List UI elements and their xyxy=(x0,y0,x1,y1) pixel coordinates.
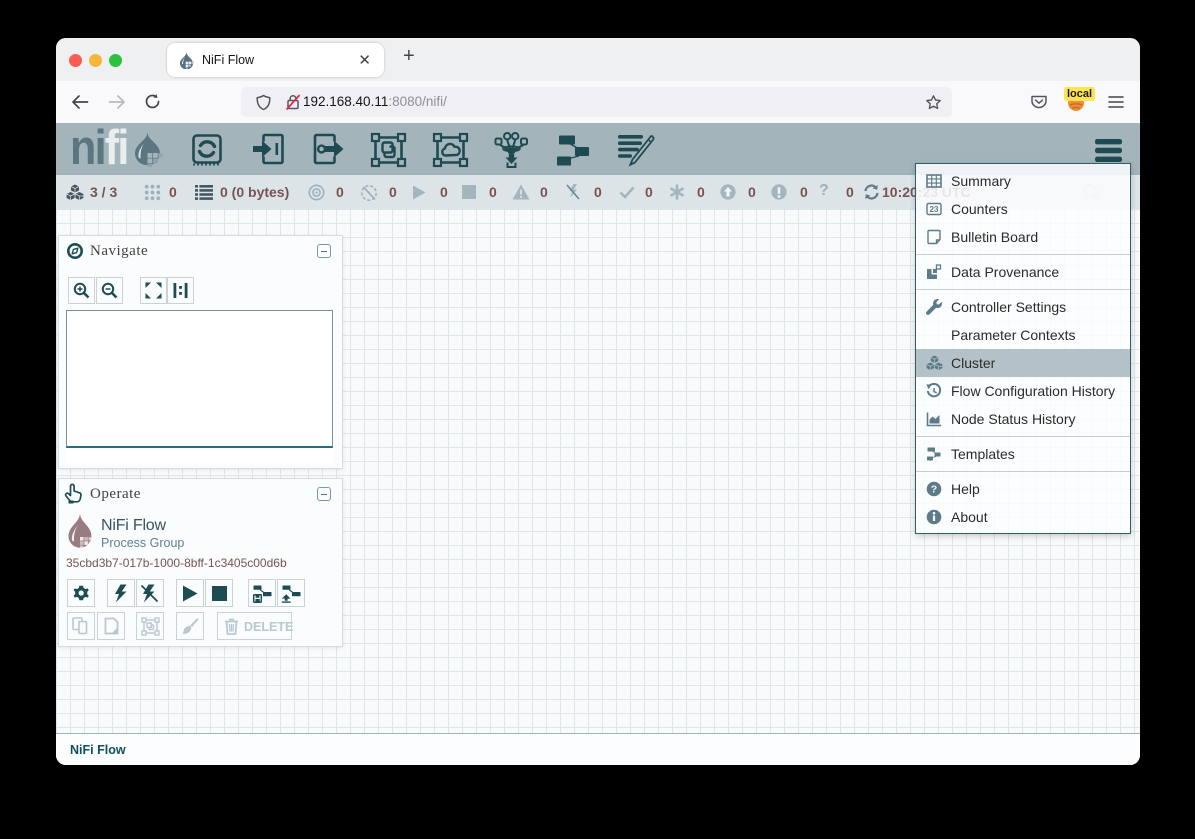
svg-text:?: ? xyxy=(931,484,937,496)
svg-text:23: 23 xyxy=(930,205,939,214)
